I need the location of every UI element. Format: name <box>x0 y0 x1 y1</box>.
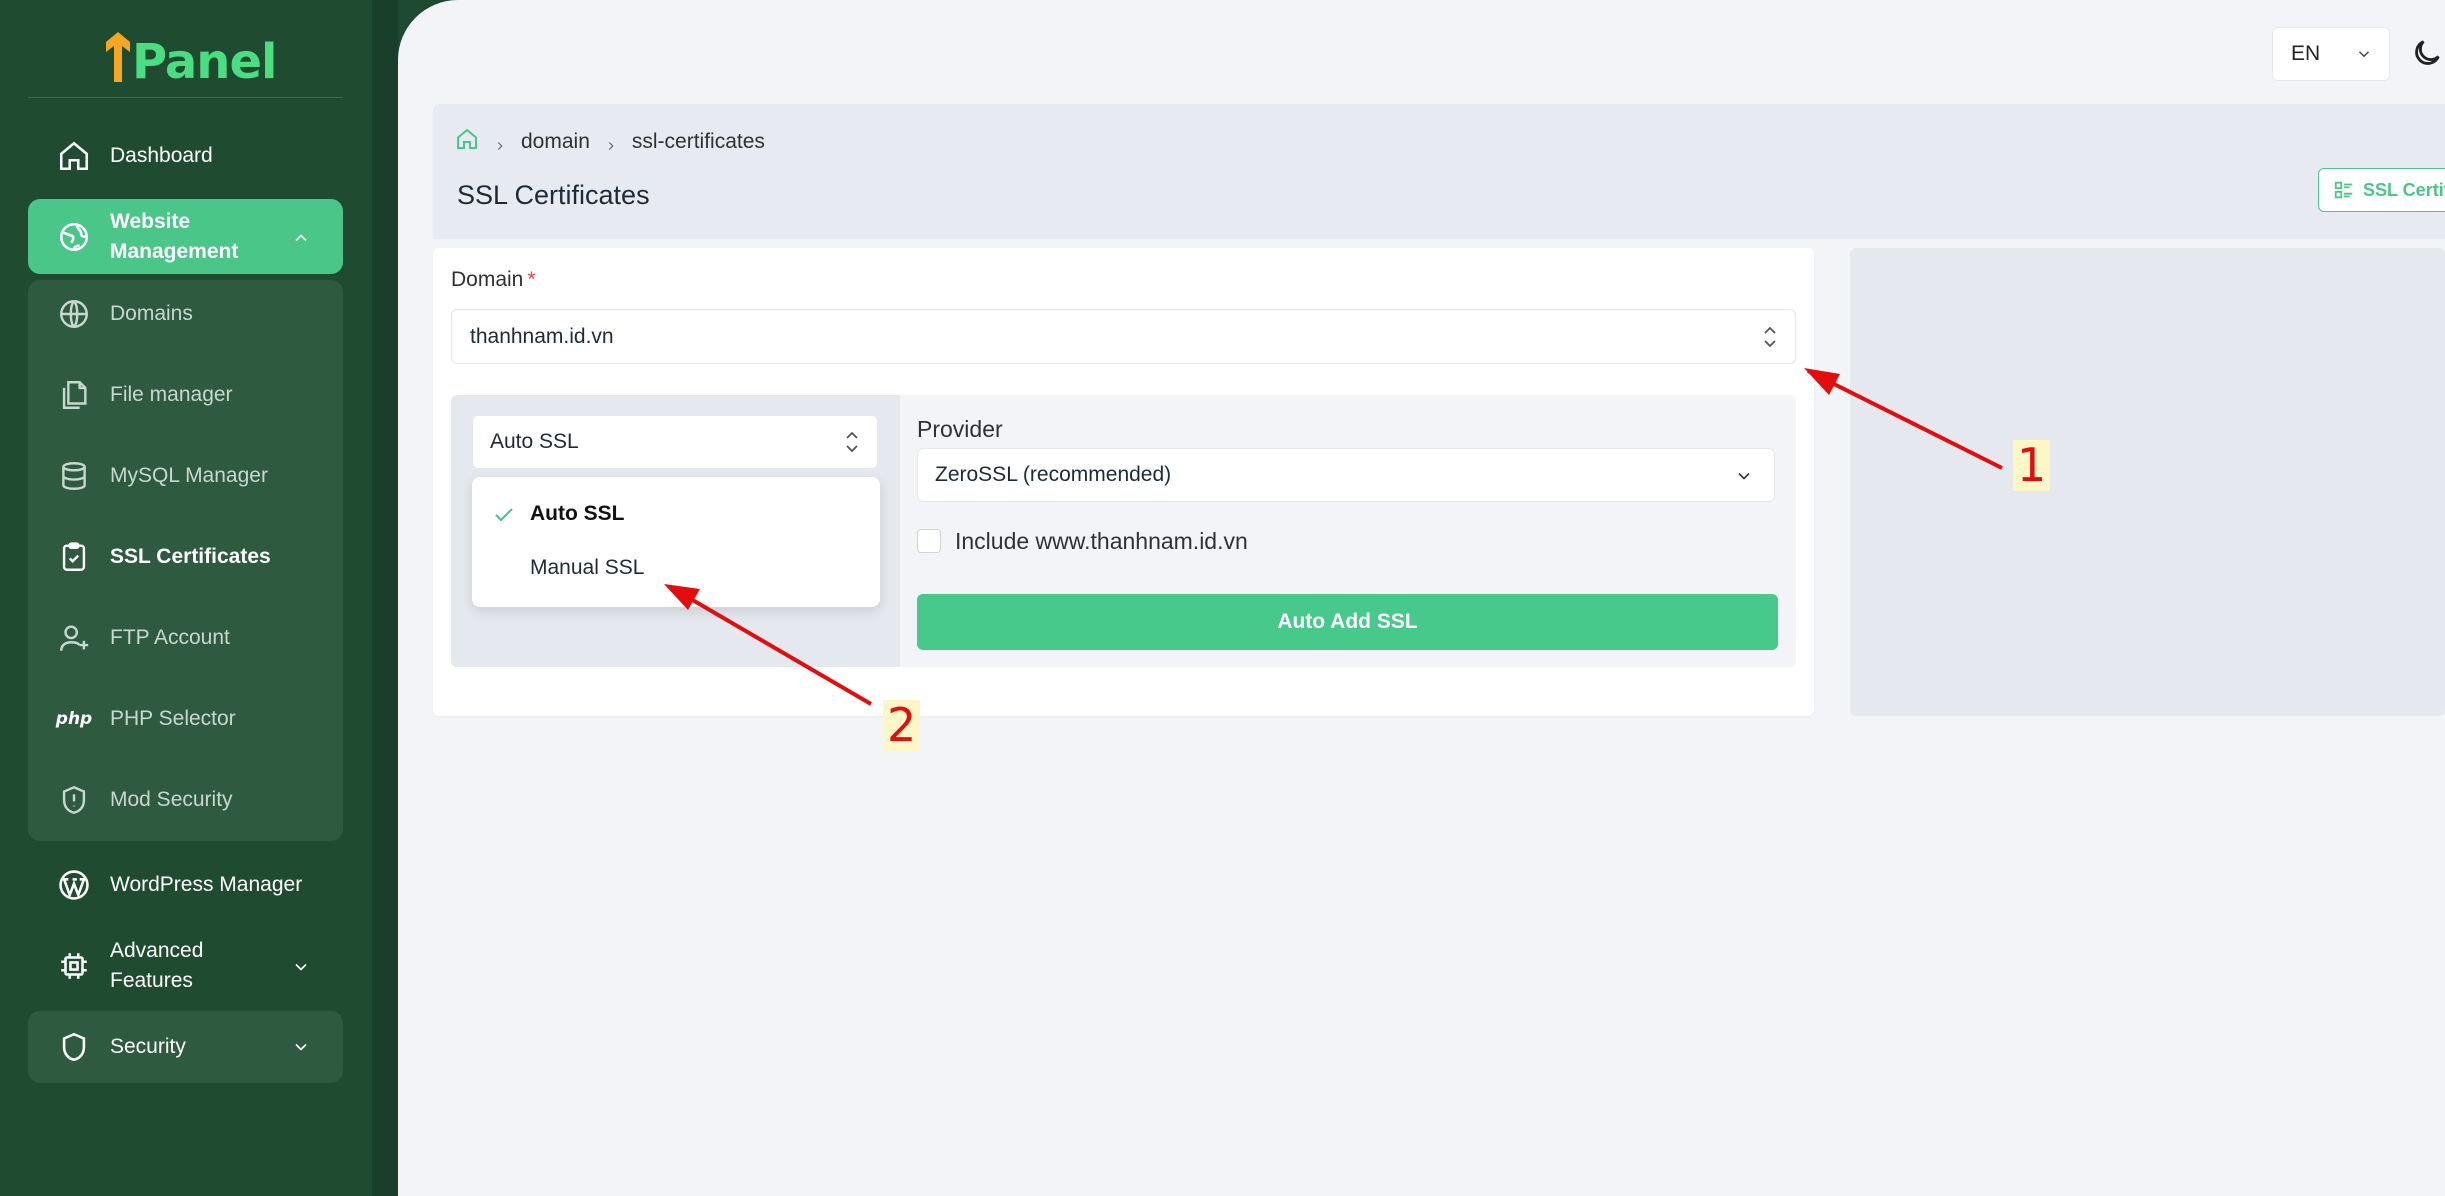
sidebar-item-label: MySQL Manager <box>110 464 268 487</box>
clipboard-check-icon <box>56 539 92 575</box>
cpu-icon <box>56 948 92 984</box>
sidebar-item-ssl-certificates[interactable]: SSL Certificates <box>28 527 343 587</box>
provider-label: Provider <box>917 416 1003 442</box>
language-value: EN <box>2291 42 2321 65</box>
user-plus-icon <box>56 620 92 656</box>
shield-icon <box>56 1029 92 1065</box>
required-mark: * <box>527 268 536 291</box>
shield-alert-icon <box>56 782 92 818</box>
include-www-checkbox[interactable] <box>917 529 941 553</box>
include-www-row: Include www.thanhnam.id.vn <box>917 526 1248 556</box>
ssl-certificates-list-button[interactable]: SSL Certifi <box>2318 168 2445 212</box>
home-icon[interactable] <box>455 127 479 157</box>
side-panel <box>1850 248 2445 716</box>
ssl-type-option-auto[interactable]: Auto SSL <box>472 489 880 539</box>
sidebar-item-security[interactable]: Security <box>28 1011 343 1083</box>
sidebar-item-advanced-features[interactable]: Advanced Features <box>28 928 343 1003</box>
page-header <box>433 104 2445 239</box>
include-www-label[interactable]: Include www.thanhnam.id.vn <box>955 528 1248 555</box>
ssl-type-select[interactable]: Auto SSL <box>472 415 878 469</box>
option-label: Manual SSL <box>530 556 645 579</box>
app-logo[interactable]: Panel <box>104 16 277 90</box>
sidebar-item-label: PHP Selector <box>110 707 236 730</box>
check-icon <box>492 503 516 527</box>
sidebar-item-website-management[interactable]: Website Management <box>28 199 343 274</box>
website-submenu: Domains File manager MySQL Manager SSL C… <box>28 280 343 841</box>
domain-select[interactable]: thanhnam.id.vn <box>451 309 1796 364</box>
database-icon <box>56 458 92 494</box>
globe-icon <box>56 296 92 332</box>
breadcrumb-item-ssl-certificates: ssl-certificates <box>631 130 765 153</box>
chevron-down-icon <box>291 956 311 976</box>
sidebar-item-label: File manager <box>110 383 233 406</box>
sidebar-item-label: Website Management <box>110 209 239 263</box>
domain-select-value: thanhnam.id.vn <box>470 324 614 348</box>
ssl-type-option-manual[interactable]: Manual SSL <box>472 543 880 593</box>
breadcrumb-item-domain[interactable]: domain <box>521 130 590 154</box>
annotation-marker-1: 1 <box>2013 440 2051 491</box>
logo-text: Panel <box>132 34 277 90</box>
chevron-down-icon <box>2355 45 2373 63</box>
sidebar-item-mysql-manager[interactable]: MySQL Manager <box>28 446 343 506</box>
theme-toggle-moon-icon[interactable] <box>2410 36 2444 70</box>
page-title: SSL Certificates <box>457 180 650 210</box>
sidebar-item-wordpress-manager[interactable]: WordPress Manager <box>28 855 343 915</box>
globe-icon <box>56 219 92 255</box>
annotation-marker-2: 2 <box>883 700 921 751</box>
sidebar-item-label: FTP Account <box>110 626 230 649</box>
php-icon: php <box>55 709 93 729</box>
wordpress-icon <box>56 867 92 903</box>
sidebar-item-label: Mod Security <box>110 788 233 811</box>
sidebar-item-label: Advanced Features <box>110 938 204 992</box>
provider-select-value: ZeroSSL (recommended) <box>935 463 1172 486</box>
sidebar-edge <box>372 0 398 1196</box>
sidebar-item-label: Dashboard <box>110 144 213 167</box>
chevron-up-down-icon <box>1761 324 1779 350</box>
sidebar-item-mod-security[interactable]: Mod Security <box>28 770 343 830</box>
home-icon <box>56 138 92 174</box>
chevron-down-icon <box>291 1037 311 1057</box>
list-icon <box>2333 179 2355 201</box>
sidebar-divider <box>28 97 343 98</box>
sidebar-item-label: Security <box>110 1035 186 1058</box>
chevron-up-down-icon <box>843 429 861 455</box>
sidebar-item-label: SSL Certificates <box>110 545 271 568</box>
domain-label: Domain * <box>451 268 536 291</box>
ssl-type-dropdown: Auto SSL Manual SSL <box>472 477 880 607</box>
sidebar-item-ftp-account[interactable]: FTP Account <box>28 608 343 668</box>
ssl-type-select-value: Auto SSL <box>490 430 579 453</box>
language-select[interactable]: EN <box>2272 27 2390 81</box>
header-button-label: SSL Certifi <box>2363 179 2445 200</box>
sidebar-item-dashboard[interactable]: Dashboard <box>28 128 343 184</box>
sidebar-item-php-selector[interactable]: php PHP Selector <box>28 689 343 749</box>
sidebar-item-label: WordPress Manager <box>110 873 303 896</box>
logo-mark-icon <box>104 28 132 86</box>
sidebar-item-file-manager[interactable]: File manager <box>28 365 343 425</box>
breadcrumb: domain ssl-certificates <box>455 127 765 157</box>
sidebar-item-domains[interactable]: Domains <box>28 284 343 344</box>
auto-add-ssl-button[interactable]: Auto Add SSL <box>917 594 1778 650</box>
chevron-down-icon <box>1734 466 1754 486</box>
provider-select[interactable]: ZeroSSL (recommended) <box>917 448 1775 502</box>
sidebar-item-label: Domains <box>110 302 193 325</box>
files-icon <box>56 377 92 413</box>
chevron-right-icon <box>493 135 507 150</box>
option-label: Auto SSL <box>530 502 625 525</box>
chevron-up-icon <box>291 227 311 247</box>
chevron-right-icon <box>604 135 618 150</box>
